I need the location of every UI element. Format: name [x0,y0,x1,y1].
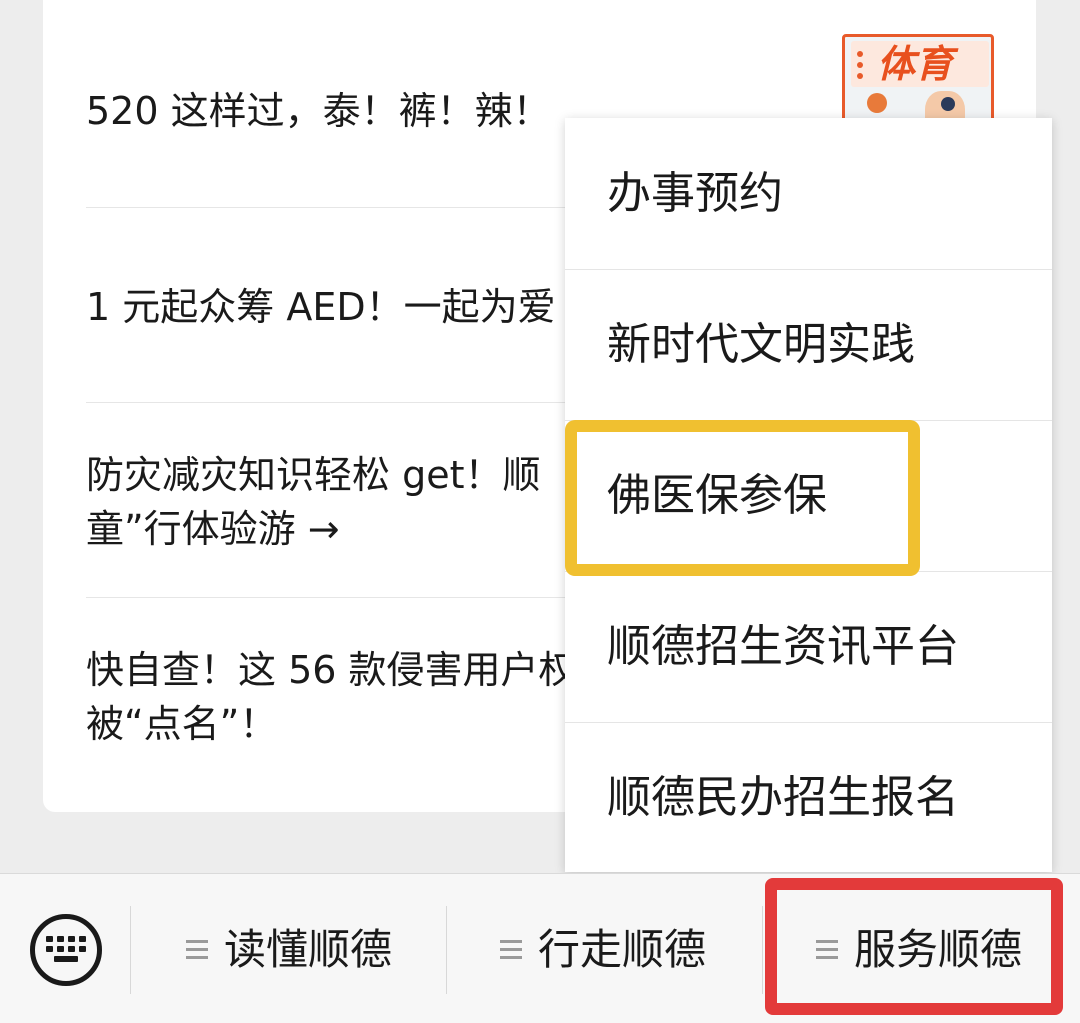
figure-detail-icon [941,97,955,111]
bottom-menu-bar: 读懂顺德 行走顺德 服务顺德 [0,873,1080,1023]
tab-read-shunde[interactable]: 读懂顺德 [186,914,392,986]
menu-item-civilization-practice[interactable]: 新时代文明实践 [565,269,1052,421]
tab-label: 行走顺德 [538,925,707,974]
thumbnail-label: 体育 [877,42,954,86]
tab-service-shunde[interactable]: 服务顺德 [816,914,1022,986]
bar-divider [762,906,763,994]
menu-item-appointment[interactable]: 办事预约 [565,118,1052,270]
menu-item-enrollment-info[interactable]: 顺德招生资讯平台 [565,571,1052,723]
menu-lines-icon [186,939,208,959]
ball-icon [867,93,887,113]
dots-icon [857,51,865,81]
menu-item-medical-insurance[interactable]: 佛医保参保 [565,420,1052,572]
service-submenu: 办事预约 新时代文明实践 佛医保参保 顺德招生资讯平台 顺德民办招生报名 [565,118,1052,872]
tab-label: 服务顺德 [854,925,1023,974]
keyboard-icon[interactable] [30,914,102,986]
menu-lines-icon [816,939,838,959]
thumbnail-tag: 体育 [851,41,989,87]
menu-lines-icon [500,939,522,959]
bar-divider [446,906,447,994]
menu-item-private-enrollment[interactable]: 顺德民办招生报名 [565,722,1052,874]
bar-divider [130,906,131,994]
tab-walk-shunde[interactable]: 行走顺德 [500,914,706,986]
tab-label: 读懂顺德 [224,925,393,974]
